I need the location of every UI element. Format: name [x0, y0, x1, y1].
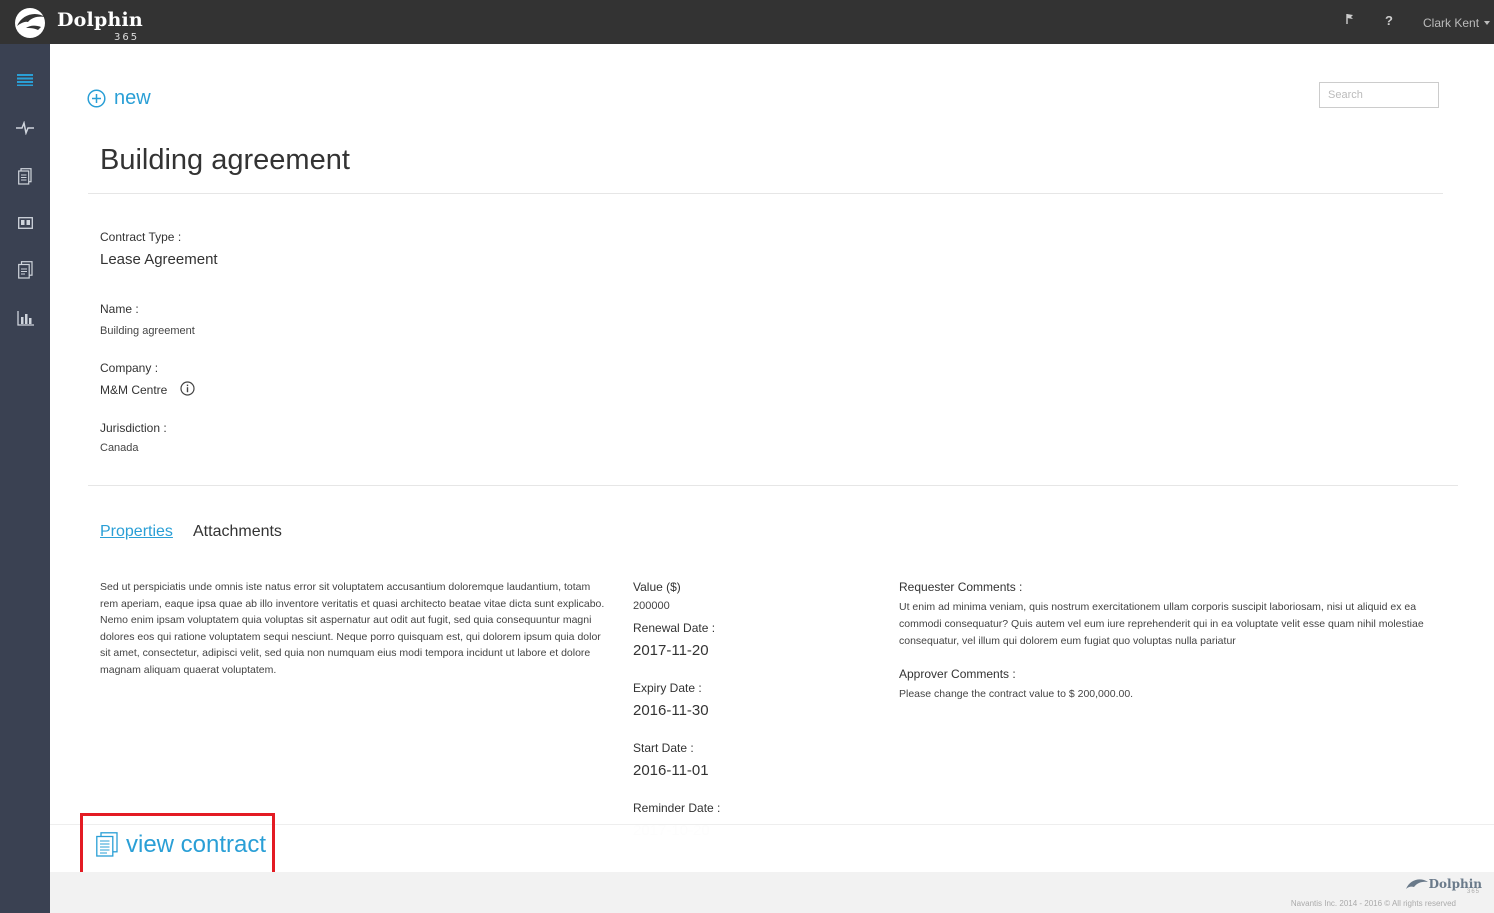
help-icon[interactable]: ? — [1385, 13, 1393, 28]
expiry-date-value: 2016-11-30 — [633, 702, 709, 719]
divider — [88, 193, 1443, 194]
dolphin-logo-icon — [15, 8, 45, 38]
report-icon — [17, 261, 33, 279]
page-title: Building agreement — [100, 144, 350, 176]
tab-attachments[interactable]: Attachments — [193, 523, 282, 541]
contract-type-label: Contract Type : — [100, 230, 182, 244]
user-menu[interactable]: Clark Kent — [1423, 16, 1491, 30]
document-icon — [96, 832, 118, 857]
tab-properties[interactable]: Properties — [100, 523, 173, 541]
sidebar-item-reports[interactable] — [0, 252, 50, 288]
footer: Dolphin 365 Navantis Inc. 2014 - 2016 © … — [50, 872, 1494, 913]
chevron-down-icon — [1484, 21, 1491, 25]
reminder-date-label: Reminder Date : — [633, 801, 721, 815]
contract-type-value: Lease Agreement — [100, 251, 218, 268]
plus-circle-icon — [87, 89, 106, 108]
document-icon — [18, 167, 32, 185]
start-date-value: 2016-11-01 — [633, 762, 709, 779]
value-label: Value ($) — [633, 580, 681, 594]
renewal-date-value: 2017-11-20 — [633, 642, 709, 659]
sidebar-item-list[interactable] — [0, 62, 50, 98]
footer-brand-sub: 365 — [1466, 889, 1480, 895]
dolphin-logo-icon — [1405, 879, 1428, 889]
name-value: Building agreement — [100, 325, 195, 337]
view-contract-label: view contract — [126, 830, 267, 858]
divider — [88, 485, 1458, 486]
contract-description: Sed ut perspiciatis unde omnis iste natu… — [100, 581, 605, 676]
new-button-label: new — [114, 87, 151, 109]
board-icon — [17, 217, 33, 229]
expiry-date-label: Expiry Date : — [633, 681, 702, 695]
value-amount: 200000 — [633, 600, 670, 612]
approver-comments-text: Please change the contract value to $ 20… — [899, 688, 1134, 700]
requester-comments-text: Ut enim ad minima veniam, quis nostrum e… — [899, 601, 1424, 647]
name-label: Name : — [100, 302, 139, 316]
jurisdiction-value: Canada — [100, 442, 139, 454]
sidebar-item-activity[interactable] — [0, 110, 50, 146]
app-brand-name: Dolphin — [57, 9, 143, 31]
search-input[interactable] — [1319, 82, 1439, 108]
requester-comments-label: Requester Comments : — [899, 580, 1023, 594]
jurisdiction-label: Jurisdiction : — [100, 421, 167, 435]
company-label: Company : — [100, 361, 159, 375]
info-icon[interactable] — [180, 381, 195, 401]
app-brand-sub: 365 — [114, 32, 140, 43]
approver-comments-label: Approver Comments : — [899, 667, 1016, 681]
view-contract-button[interactable]: view contract — [80, 813, 275, 876]
start-date-label: Start Date : — [633, 741, 694, 755]
list-icon — [17, 74, 33, 86]
renewal-date-label: Renewal Date : — [633, 621, 716, 635]
new-button[interactable]: new — [87, 87, 151, 110]
sidebar-item-documents[interactable] — [0, 158, 50, 194]
sidebar — [0, 44, 50, 913]
top-bar: Dolphin 365 ? Clark Kent — [0, 0, 1494, 44]
app-logo[interactable]: Dolphin 365 — [12, 6, 143, 43]
company-value: M&M Centre — [100, 383, 168, 397]
user-name: Clark Kent — [1423, 16, 1480, 30]
sidebar-item-analytics[interactable] — [0, 300, 50, 336]
bar-chart-icon — [16, 310, 34, 326]
flag-icon[interactable] — [1345, 13, 1355, 28]
pulse-icon — [16, 121, 34, 135]
footer-copyright: Navantis Inc. 2014 - 2016 © All rights r… — [1290, 899, 1456, 908]
sidebar-item-board[interactable] — [0, 205, 50, 241]
